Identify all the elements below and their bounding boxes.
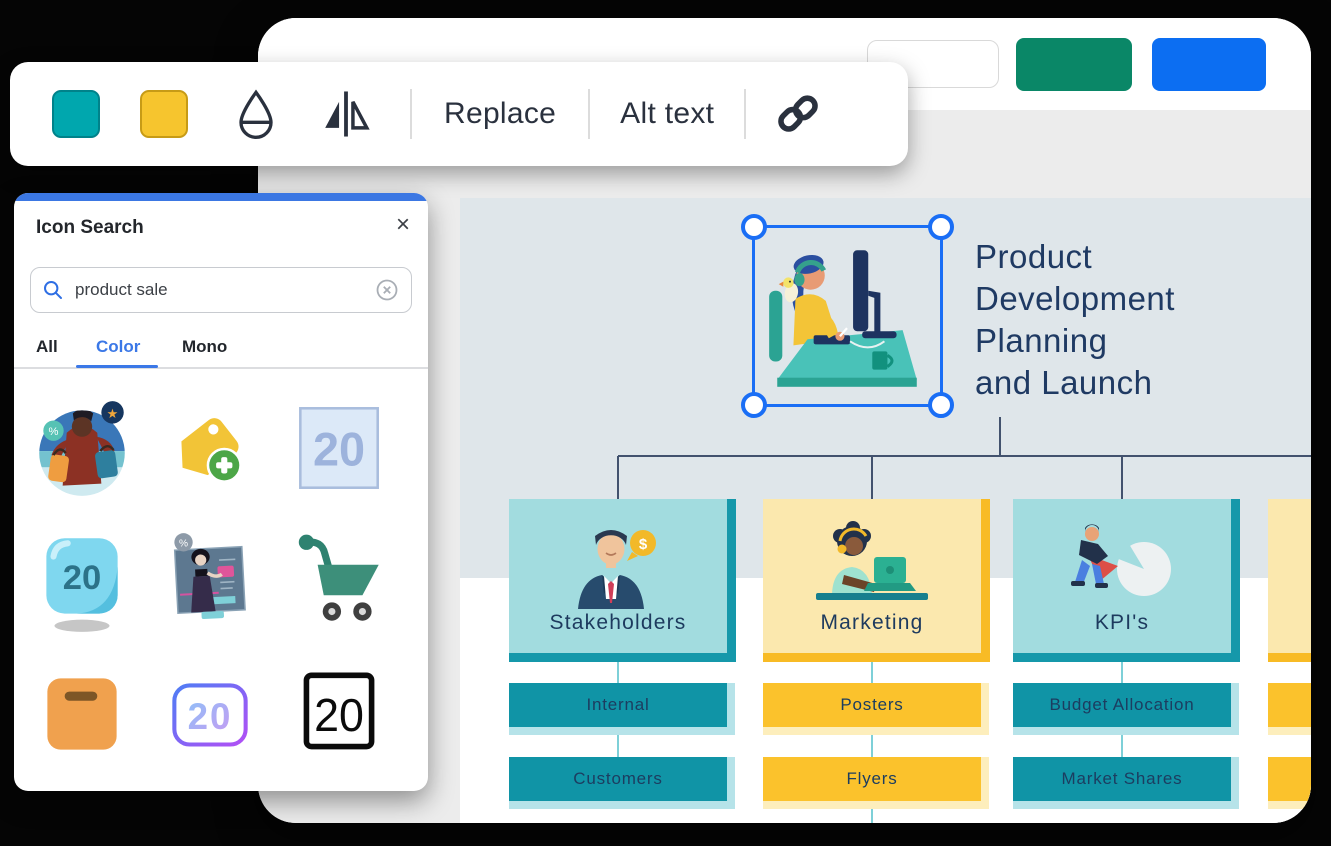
connector-drop-1 xyxy=(617,456,619,500)
subnode-posters[interactable]: Posters xyxy=(763,683,989,735)
icon-result-add-price-tag[interactable] xyxy=(146,385,274,511)
subnode-customers[interactable]: Customers xyxy=(509,757,735,809)
node-label: KPI's xyxy=(1095,611,1149,635)
connector-drop-3 xyxy=(1121,456,1123,500)
businessman-coin-illustration: $ xyxy=(548,517,688,609)
close-icon[interactable]: × xyxy=(396,211,410,239)
subnode-label: Market Shares xyxy=(1062,769,1183,789)
node-clipped[interactable] xyxy=(1268,499,1311,662)
woman-shopping-sale-icon: % ★ xyxy=(30,392,134,504)
header-green-button[interactable] xyxy=(1016,38,1132,91)
shopping-bag-icon xyxy=(30,660,134,772)
replace-button[interactable]: Replace xyxy=(444,97,556,131)
opacity-droplet-icon[interactable] xyxy=(236,88,276,140)
fill-color-swatch-teal[interactable] xyxy=(52,90,100,138)
discount-20-gradient-icon: 20 xyxy=(158,660,262,772)
woman-at-computer-illustration xyxy=(755,228,937,400)
hyperlink-icon[interactable] xyxy=(772,88,824,140)
subnode-clipped[interactable] xyxy=(1268,683,1311,735)
node-marketing[interactable]: Marketing xyxy=(763,499,990,662)
add-price-tag-icon xyxy=(158,392,262,504)
svg-text:%: % xyxy=(49,426,59,438)
icon-result-discount-20-outline[interactable]: 20 xyxy=(274,653,402,779)
panel-accent-stripe xyxy=(14,193,428,201)
connector-root xyxy=(999,417,1001,457)
subnode-label: Customers xyxy=(573,769,662,789)
icon-result-shopping-bag[interactable] xyxy=(18,653,146,779)
icon-result-discount-20-square[interactable]: 20 xyxy=(274,385,402,511)
element-toolbar: Replace Alt text xyxy=(10,62,908,166)
icon-result-discount-20-cube[interactable]: 20 xyxy=(18,519,146,645)
selection-handle-top-left[interactable] xyxy=(741,214,767,240)
svg-text:20: 20 xyxy=(314,689,364,741)
selection-box[interactable] xyxy=(752,225,943,407)
discount-20-square-icon: 20 xyxy=(286,392,390,504)
icon-search-box xyxy=(30,267,412,313)
active-tab-underline xyxy=(76,365,158,368)
toolbar-divider xyxy=(588,89,590,139)
selection-handle-top-right[interactable] xyxy=(928,214,954,240)
clear-search-icon[interactable] xyxy=(375,278,399,302)
svg-text:20: 20 xyxy=(313,423,365,475)
shopping-cart-icon xyxy=(286,526,390,638)
fill-color-swatch-yellow[interactable] xyxy=(140,90,188,138)
svg-text:20: 20 xyxy=(63,559,102,597)
title-line: Planning xyxy=(975,320,1309,362)
design-artboard[interactable]: Product Development Planning and Launch … xyxy=(460,198,1311,823)
toolbar-divider xyxy=(744,89,746,139)
icon-result-woman-shopping-sale[interactable]: % ★ xyxy=(18,385,146,511)
woman-laptop-illustration xyxy=(802,517,942,609)
subnode-label: Budget Allocation xyxy=(1050,695,1195,715)
svg-text:%: % xyxy=(179,538,188,549)
connector-bus xyxy=(618,455,1311,457)
subnode-clipped-2[interactable] xyxy=(1268,757,1311,809)
subnode-label: Posters xyxy=(840,695,903,715)
diagram-title[interactable]: Product Development Planning and Launch xyxy=(975,236,1309,404)
tab-mono[interactable]: Mono xyxy=(182,337,227,357)
connector-drop-2 xyxy=(871,456,873,500)
node-label: Marketing xyxy=(820,611,923,635)
title-line: Product xyxy=(975,236,1309,278)
pie-chart-person-illustration xyxy=(1052,517,1192,609)
title-line: and Launch xyxy=(975,362,1309,404)
subnode-label: Flyers xyxy=(846,769,897,789)
tab-color[interactable]: Color xyxy=(96,337,140,357)
svg-text:20: 20 xyxy=(188,696,233,737)
alt-text-button[interactable]: Alt text xyxy=(620,97,714,131)
node-label: Stakeholders xyxy=(550,611,687,635)
panel-title: Icon Search xyxy=(36,217,144,239)
selection-handle-bottom-left[interactable] xyxy=(741,392,767,418)
svg-text:$: $ xyxy=(639,536,648,553)
subnode-budget-allocation[interactable]: Budget Allocation xyxy=(1013,683,1239,735)
header-blue-button[interactable] xyxy=(1152,38,1266,91)
search-icon xyxy=(43,280,63,300)
discount-20-cube-icon: 20 xyxy=(30,526,134,638)
discount-20-outline-icon: 20 xyxy=(286,660,390,772)
sale-presentation-icon: % xyxy=(158,526,262,638)
subnode-flyers[interactable]: Flyers xyxy=(763,757,989,809)
icon-result-shopping-cart[interactable] xyxy=(274,519,402,645)
svg-text:★: ★ xyxy=(107,406,119,421)
node-kpis[interactable]: KPI's xyxy=(1013,499,1240,662)
icon-search-panel: Icon Search × All Color Mono xyxy=(14,193,428,791)
icon-result-sale-presentation[interactable]: % xyxy=(146,519,274,645)
search-input[interactable] xyxy=(73,279,375,301)
title-line: Development xyxy=(975,278,1309,320)
icon-result-discount-20-gradient[interactable]: 20 xyxy=(146,653,274,779)
toolbar-divider xyxy=(410,89,412,139)
subnode-internal[interactable]: Internal xyxy=(509,683,735,735)
selection-handle-bottom-right[interactable] xyxy=(928,392,954,418)
subnode-market-shares[interactable]: Market Shares xyxy=(1013,757,1239,809)
tab-all[interactable]: All xyxy=(36,337,58,357)
icon-results-grid: % ★ 20 xyxy=(18,385,424,779)
node-stakeholders[interactable]: $ Stakeholders xyxy=(509,499,736,662)
flip-horizontal-icon[interactable] xyxy=(320,91,372,137)
subnode-label: Internal xyxy=(586,695,649,715)
